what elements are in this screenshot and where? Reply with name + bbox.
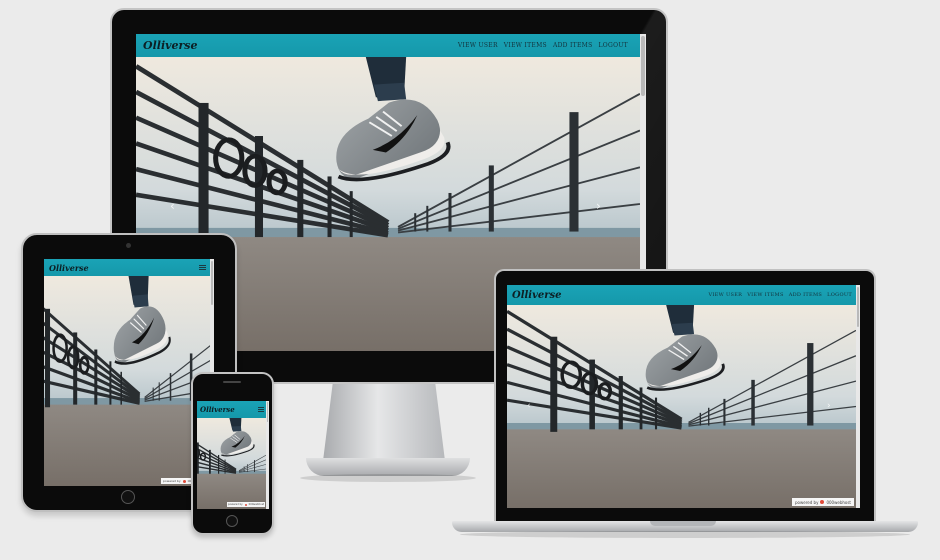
hosting-credit[interactable]: powered by000webhost	[792, 498, 854, 506]
chevron-left-icon[interactable]: ‹	[170, 199, 175, 213]
scrollbar-thumb[interactable]	[267, 402, 268, 422]
navbar: Olliverse	[197, 401, 269, 418]
monitor-stand-shadow	[300, 474, 476, 482]
monitor-stand-neck	[323, 383, 445, 461]
brand-logo[interactable]: Olliverse	[200, 405, 235, 414]
nav-links: VIEW USER VIEW ITEMS ADD ITEMS LOGOUT	[458, 42, 628, 49]
nav-link-logout[interactable]: LOGOUT	[827, 292, 852, 298]
nav-link-add-items[interactable]: ADD ITEMS	[553, 42, 593, 49]
chevron-left-icon[interactable]: ‹	[527, 401, 531, 411]
laptop-shadow	[460, 531, 910, 538]
hero-image	[44, 276, 210, 486]
scrollbar-thumb[interactable]	[857, 287, 859, 327]
hamburger-icon[interactable]	[199, 265, 206, 270]
hero-image	[197, 418, 266, 509]
tablet-screen: Olliverse powered by000webhost	[44, 259, 214, 486]
hero-carousel	[197, 418, 266, 509]
navbar: Olliverse VIEW USER VIEW ITEMS ADD ITEMS…	[136, 34, 646, 57]
scrollbar[interactable]	[856, 285, 860, 508]
chevron-right-icon[interactable]: ›	[827, 401, 831, 411]
hero-carousel	[44, 276, 210, 486]
laptop-notch	[650, 521, 716, 526]
tablet-home-button[interactable]	[121, 490, 135, 504]
navbar: Olliverse	[44, 259, 214, 276]
hero-image	[507, 305, 856, 508]
brand-logo[interactable]: Olliverse	[49, 263, 89, 273]
phone-home-button[interactable]	[226, 515, 238, 527]
tablet-camera	[126, 243, 131, 248]
nav-link-add-items[interactable]: ADD ITEMS	[789, 292, 822, 298]
scrollbar-thumb[interactable]	[211, 261, 213, 305]
nav-links: VIEW USER VIEW ITEMS ADD ITEMS LOGOUT	[708, 292, 852, 298]
nav-link-view-items[interactable]: VIEW ITEMS	[747, 292, 783, 298]
nav-link-view-items[interactable]: VIEW ITEMS	[504, 42, 547, 49]
navbar: Olliverse VIEW USER VIEW ITEMS ADD ITEMS…	[507, 285, 860, 305]
nav-link-view-user[interactable]: VIEW USER	[458, 42, 498, 49]
nav-link-logout[interactable]: LOGOUT	[599, 42, 628, 49]
hero-carousel: ‹ ›	[507, 305, 856, 508]
brand-logo[interactable]: Olliverse	[143, 39, 198, 52]
monitor-stand-base	[306, 458, 470, 476]
scrollbar-thumb[interactable]	[641, 36, 645, 96]
laptop-screen: Olliverse VIEW USER VIEW ITEMS ADD ITEMS…	[507, 285, 860, 508]
phone-screen: Olliverse powered by 000webhost	[197, 401, 269, 509]
hosting-credit[interactable]: powered by000webhost	[226, 502, 265, 507]
phone-speaker	[223, 381, 241, 383]
nav-link-view-user[interactable]: VIEW USER	[708, 292, 742, 298]
scrollbar[interactable]	[266, 401, 269, 509]
brand-logo[interactable]: Olliverse	[512, 290, 562, 301]
chevron-right-icon[interactable]: ›	[596, 199, 601, 213]
hamburger-icon[interactable]	[258, 407, 264, 412]
